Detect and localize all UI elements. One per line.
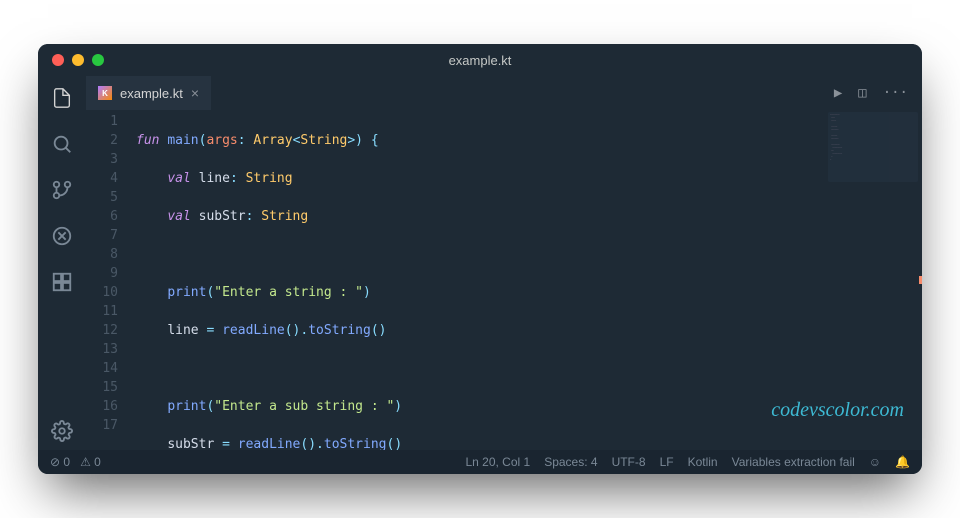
watermark-text: codevscolor.com (771, 399, 904, 422)
errors-count[interactable]: ⊘ 0 (50, 455, 70, 469)
debug-icon[interactable] (50, 224, 74, 248)
tab-label: example.kt (120, 86, 183, 101)
explorer-icon[interactable] (50, 86, 74, 110)
close-tab-icon[interactable]: × (191, 85, 199, 101)
more-actions-icon[interactable]: ··· (883, 85, 908, 101)
feedback-icon[interactable]: ☺ (869, 455, 881, 469)
minimize-window-button[interactable] (72, 54, 84, 66)
editor-body: K example.kt × ▶ ◫ ··· 1 2 3 4 5 6 (38, 76, 922, 450)
indentation[interactable]: Spaces: 4 (544, 455, 597, 469)
editor-window: example.kt K (38, 44, 922, 474)
titlebar: example.kt (38, 44, 922, 76)
cursor-position[interactable]: Ln 20, Col 1 (465, 455, 530, 469)
tab-example-kt[interactable]: K example.kt × (86, 76, 211, 110)
run-icon[interactable]: ▶ (834, 85, 842, 101)
editor-actions: ▶ ◫ ··· (834, 85, 922, 101)
maximize-window-button[interactable] (92, 54, 104, 66)
status-bar: ⊘ 0 ⚠ 0 Ln 20, Col 1 Spaces: 4 UTF-8 LF … (38, 450, 922, 474)
editor-area: K example.kt × ▶ ◫ ··· 1 2 3 4 5 6 (86, 76, 922, 450)
source-control-icon[interactable] (50, 178, 74, 202)
minimap[interactable]: ▬▬▬▬▬▬▬▬ ▬▬▬ ▬▬▬▬ ▬▬▬▬▬ ▬▬▬▬▬▬ ▬▬▬▬▬ ▬▬▬… (828, 112, 918, 182)
warnings-count[interactable]: ⚠ 0 (80, 455, 101, 469)
close-window-button[interactable] (52, 54, 64, 66)
window-title: example.kt (449, 53, 512, 68)
traffic-lights (38, 54, 104, 66)
settings-icon[interactable] (50, 426, 74, 450)
split-editor-icon[interactable]: ◫ (858, 85, 866, 101)
activity-bar (38, 76, 86, 450)
kotlin-file-icon: K (98, 86, 112, 100)
encoding[interactable]: UTF-8 (612, 455, 646, 469)
language-mode[interactable]: Kotlin (688, 455, 718, 469)
extensions-icon[interactable] (50, 270, 74, 294)
tab-bar: K example.kt × ▶ ◫ ··· (86, 76, 922, 110)
line-number-gutter: 1 2 3 4 5 6 7 8 9 10 11 12 13 14 15 16 1 (86, 110, 136, 450)
eol[interactable]: LF (660, 455, 674, 469)
search-icon[interactable] (50, 132, 74, 156)
scroll-marker (919, 276, 922, 284)
status-message[interactable]: Variables extraction fail (732, 455, 855, 469)
notifications-icon[interactable]: 🔔 (895, 455, 910, 469)
